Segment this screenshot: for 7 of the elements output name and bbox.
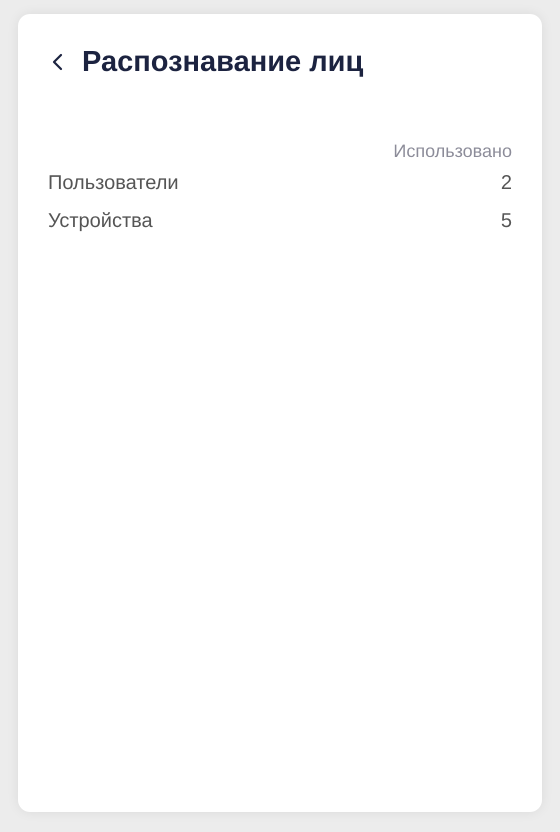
row-label: Устройства <box>48 209 153 234</box>
row-value: 5 <box>500 209 512 234</box>
column-header: Использовано <box>393 140 512 163</box>
row-value: 2 <box>500 171 512 196</box>
back-icon <box>52 52 64 72</box>
row-label: Пользователи <box>48 171 179 196</box>
page-title: Распознавание лиц <box>82 45 364 80</box>
